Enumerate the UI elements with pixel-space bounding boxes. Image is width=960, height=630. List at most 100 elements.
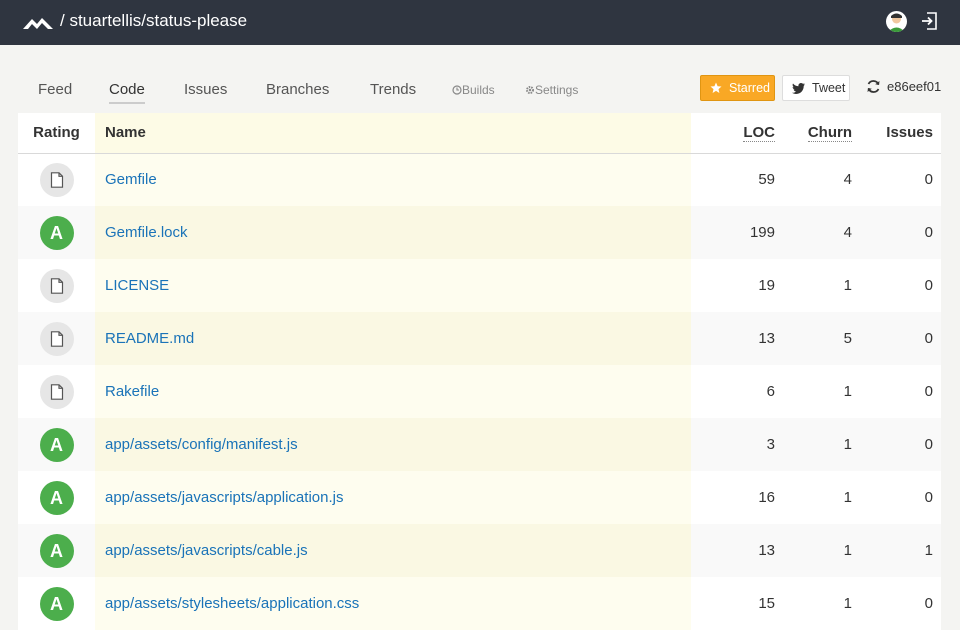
user-avatar[interactable] — [886, 11, 907, 32]
file-icon — [50, 171, 63, 188]
file-link[interactable]: Rakefile — [105, 383, 159, 400]
file-link[interactable]: LICENSE — [105, 277, 169, 294]
churn-cell: 1 — [783, 471, 860, 524]
rating-cell — [18, 312, 95, 365]
name-cell: LICENSE — [95, 259, 691, 312]
codeclimate-logo-icon[interactable] — [23, 13, 53, 31]
header-issues[interactable]: Issues — [860, 113, 941, 154]
file-link[interactable]: README.md — [105, 330, 194, 347]
file-icon — [50, 277, 63, 294]
tab-feed[interactable]: Feed — [38, 81, 72, 98]
churn-cell: 1 — [783, 524, 860, 577]
loc-cell: 15 — [691, 577, 783, 630]
file-link[interactable]: app/assets/javascripts/application.js — [105, 489, 343, 506]
files-table: Rating Name LOC Churn Issues Gemfile 59 4 0… — [18, 113, 941, 630]
table-row: A Gemfile.lock 199 4 0 — [18, 206, 941, 259]
rating-grade-badge[interactable]: A — [39, 427, 74, 462]
issues-cell: 0 — [860, 312, 941, 365]
name-cell: Gemfile — [95, 153, 691, 206]
no-rating-badge — [39, 321, 74, 356]
tab-settings-label: Settings — [535, 83, 579, 97]
tab-branches[interactable]: Branches — [266, 81, 329, 98]
tab-issues[interactable]: Issues — [184, 81, 227, 98]
file-link[interactable]: app/assets/config/manifest.js — [105, 436, 298, 453]
tab-builds[interactable]: Builds — [452, 83, 495, 97]
gear-icon — [526, 86, 534, 94]
name-cell: app/assets/config/manifest.js — [95, 418, 691, 471]
rating-grade-badge[interactable]: A — [39, 533, 74, 568]
clock-icon — [452, 85, 462, 95]
top-bar: / stuartellis/status-please — [0, 0, 960, 45]
tab-trends[interactable]: Trends — [370, 81, 416, 98]
avatar-icon — [888, 13, 905, 32]
churn-cell: 1 — [783, 259, 860, 312]
file-link[interactable]: app/assets/javascripts/cable.js — [105, 542, 308, 559]
starred-button[interactable]: Starred — [700, 75, 775, 101]
header-loc[interactable]: LOC — [691, 113, 783, 154]
rating-grade-badge[interactable]: A — [39, 586, 74, 621]
file-link[interactable]: Gemfile.lock — [105, 224, 188, 241]
star-icon — [710, 82, 722, 93]
loc-cell: 59 — [691, 153, 783, 206]
commit-label: e86eef01 — [887, 79, 942, 94]
tab-builds-label: Builds — [462, 83, 495, 97]
sign-out-icon[interactable] — [921, 12, 937, 30]
name-cell: README.md — [95, 312, 691, 365]
rating-cell: A — [18, 577, 95, 630]
rating-cell — [18, 365, 95, 418]
churn-cell: 1 — [783, 418, 860, 471]
repo-path[interactable]: / stuartellis/status-please — [60, 11, 247, 31]
issues-cell: 0 — [860, 365, 941, 418]
name-cell: app/assets/javascripts/application.js — [95, 471, 691, 524]
header-churn-label: Churn — [807, 124, 852, 143]
no-rating-badge — [39, 268, 74, 303]
table-row: Aapp/assets/stylesheets/application.css 1… — [18, 577, 941, 630]
header-rating[interactable]: Rating — [18, 113, 95, 154]
tweet-label: Tweet — [812, 81, 846, 95]
churn-cell: 1 — [783, 365, 860, 418]
issues-cell: 0 — [860, 206, 941, 259]
issues-cell: 1 — [860, 524, 941, 577]
table-row: LICENSE 19 1 0 — [18, 259, 941, 312]
header-churn[interactable]: Churn — [783, 113, 860, 154]
loc-cell: 13 — [691, 524, 783, 577]
repo-nav: Feed Code Issues Branches Trends Builds … — [0, 45, 960, 113]
loc-cell: 13 — [691, 312, 783, 365]
rating-cell: A — [18, 524, 95, 577]
loc-cell: 3 — [691, 418, 783, 471]
tweet-button[interactable]: Tweet — [782, 75, 850, 101]
tab-code[interactable]: Code — [109, 81, 145, 104]
no-rating-badge — [39, 162, 74, 197]
rating-grade-badge[interactable]: A — [39, 215, 74, 250]
loc-cell: 199 — [691, 206, 783, 259]
issues-cell: 0 — [860, 153, 941, 206]
file-icon — [50, 330, 63, 347]
issues-cell: 0 — [860, 471, 941, 524]
file-link[interactable]: app/assets/stylesheets/application.css — [105, 595, 359, 612]
header-loc-label: LOC — [743, 124, 775, 143]
name-cell: app/assets/stylesheets/application.css — [95, 577, 691, 630]
twitter-icon — [792, 82, 805, 94]
rating-cell: A — [18, 471, 95, 524]
rating-cell — [18, 259, 95, 312]
table-row: Gemfile 59 4 0 — [18, 153, 941, 206]
file-icon — [50, 383, 63, 400]
rating-cell — [18, 153, 95, 206]
table-row: Aapp/assets/config/manifest.js 3 1 0 — [18, 418, 941, 471]
table-row: Rakefile 6 1 0 — [18, 365, 941, 418]
header-name[interactable]: Name — [95, 113, 691, 154]
table-row: README.md 13 5 0 — [18, 312, 941, 365]
file-link[interactable]: Gemfile — [105, 171, 157, 188]
refresh-icon — [867, 80, 880, 93]
churn-cell: 1 — [783, 577, 860, 630]
issues-cell: 0 — [860, 259, 941, 312]
tab-settings[interactable]: Settings — [525, 83, 578, 97]
loc-cell: 6 — [691, 365, 783, 418]
churn-cell: 4 — [783, 153, 860, 206]
name-cell: Gemfile.lock — [95, 206, 691, 259]
churn-cell: 5 — [783, 312, 860, 365]
rating-grade-badge[interactable]: A — [39, 480, 74, 515]
rating-cell: A — [18, 206, 95, 259]
rating-cell: A — [18, 418, 95, 471]
commit-sha[interactable]: e86eef01 — [866, 79, 941, 94]
